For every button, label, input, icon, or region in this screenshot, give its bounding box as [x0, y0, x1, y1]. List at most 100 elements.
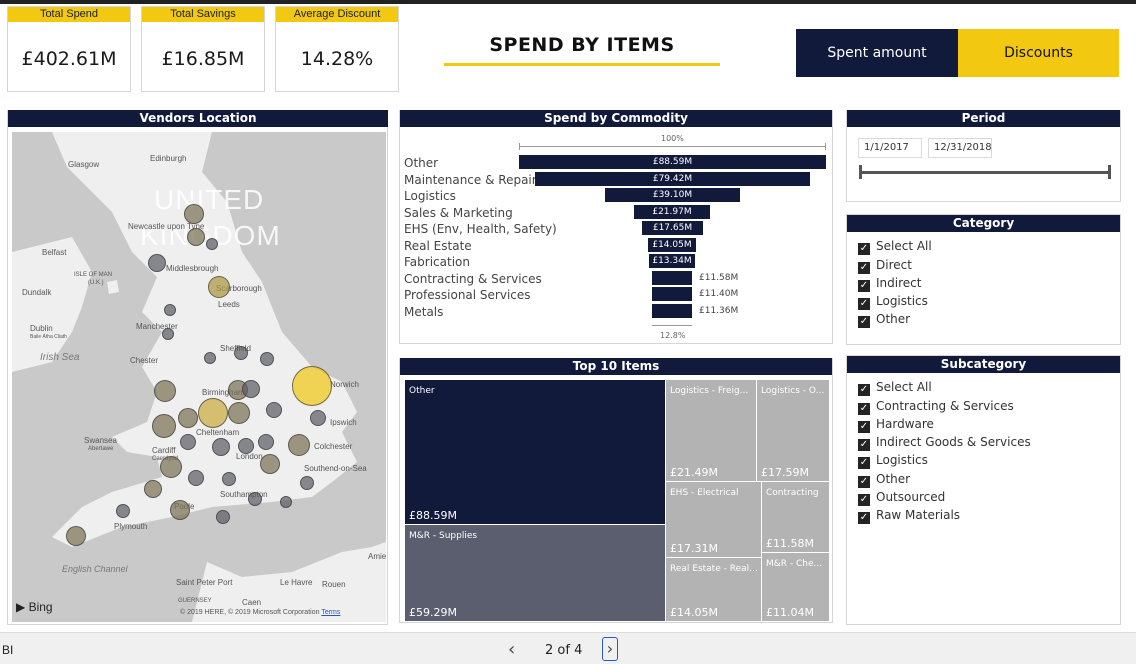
- vendor-bubble[interactable]: [144, 480, 162, 498]
- map-city-label: Baile Átha Cliath: [30, 334, 67, 340]
- treemap-tile[interactable]: Contracting £11.58M: [761, 481, 830, 553]
- vendor-bubble[interactable]: [234, 346, 248, 360]
- subcategory-option[interactable]: ✓ Indirect Goods & Services: [858, 435, 1031, 453]
- vendor-bubble[interactable]: [292, 366, 332, 406]
- vendor-bubble[interactable]: [180, 434, 196, 450]
- subcategory-option[interactable]: ✓ Raw Materials: [858, 508, 960, 526]
- commodity-bar[interactable]: £17.65M: [642, 221, 703, 235]
- checkbox-checked-icon[interactable]: ✓: [858, 512, 870, 524]
- category-option[interactable]: ✓ Direct: [858, 258, 912, 276]
- vendor-bubble[interactable]: [266, 402, 282, 418]
- treemap-tile[interactable]: Real Estate - Real... £14.05M: [665, 557, 762, 622]
- vendors-map[interactable]: UNITED KINGDOM Glasgow Edinburgh Newcast…: [12, 132, 386, 622]
- page-indicator: 2 of 4: [545, 643, 583, 658]
- commodity-bar[interactable]: £88.59M: [519, 155, 826, 169]
- vendor-bubble[interactable]: [222, 472, 236, 486]
- funnel-top-tick: [825, 143, 826, 150]
- vendor-bubble[interactable]: [260, 352, 274, 366]
- vendor-bubble[interactable]: [184, 204, 204, 224]
- spent-amount-button[interactable]: Spent amount: [796, 29, 958, 77]
- terms-link[interactable]: Terms: [321, 609, 340, 616]
- vendor-bubble[interactable]: [160, 456, 182, 478]
- map-city-label: Glasgow: [68, 160, 100, 169]
- option-label: Other: [876, 472, 911, 486]
- commodity-bar[interactable]: £39.10M: [605, 188, 740, 202]
- vendor-bubble[interactable]: [204, 352, 216, 364]
- vendor-bubble[interactable]: [178, 408, 198, 428]
- vendor-bubble[interactable]: [242, 380, 260, 398]
- subcategory-option[interactable]: ✓ Logistics: [858, 453, 928, 471]
- vendor-bubble[interactable]: [198, 398, 228, 428]
- map-city-label: Ipswich: [330, 418, 357, 427]
- checkbox-checked-icon[interactable]: ✓: [858, 384, 870, 396]
- vendor-bubble[interactable]: [154, 380, 176, 402]
- checkbox-checked-icon[interactable]: ✓: [858, 421, 870, 433]
- checkbox-checked-icon[interactable]: ✓: [858, 476, 870, 488]
- commodity-bar[interactable]: £14.05M: [648, 238, 696, 252]
- vendor-bubble[interactable]: [280, 496, 292, 508]
- commodity-bar[interactable]: [652, 304, 692, 318]
- category-option[interactable]: ✓ Select All: [858, 239, 932, 257]
- vendor-bubble[interactable]: [228, 402, 250, 424]
- vendor-bubble[interactable]: [260, 454, 280, 474]
- checkbox-checked-icon[interactable]: ✓: [858, 298, 870, 310]
- vendor-bubble[interactable]: [66, 526, 86, 546]
- vendor-bubble[interactable]: [212, 438, 230, 456]
- checkbox-checked-icon[interactable]: ✓: [858, 262, 870, 274]
- commodity-bar[interactable]: £21.97M: [634, 205, 710, 219]
- previous-page-chevron-icon[interactable]: ‹: [508, 639, 515, 660]
- vendor-bubble[interactable]: [164, 304, 176, 316]
- next-page-chevron-icon[interactable]: ›: [602, 637, 618, 661]
- vendor-bubble[interactable]: [248, 492, 262, 506]
- period-slider-end-handle[interactable]: [1108, 165, 1111, 179]
- subcategory-option[interactable]: ✓ Hardware: [858, 417, 934, 435]
- checkbox-checked-icon[interactable]: ✓: [858, 316, 870, 328]
- treemap-tile[interactable]: Logistics - O... £17.59M: [756, 379, 830, 482]
- checkbox-checked-icon[interactable]: ✓: [858, 280, 870, 292]
- vendor-bubble[interactable]: [162, 328, 174, 340]
- vendor-bubble[interactable]: [148, 254, 166, 272]
- map-city-label: Abertawe: [88, 446, 114, 452]
- vendor-bubble[interactable]: [238, 438, 254, 454]
- discounts-button[interactable]: Discounts: [958, 29, 1119, 77]
- period-start-input[interactable]: 1/1/2017: [858, 138, 922, 158]
- period-end-input[interactable]: 12/31/2018: [928, 138, 992, 158]
- subcategory-option[interactable]: ✓ Outsourced: [858, 490, 945, 508]
- category-option[interactable]: ✓ Indirect: [858, 276, 921, 294]
- vendor-bubble[interactable]: [170, 500, 190, 520]
- vendor-bubble[interactable]: [188, 470, 204, 486]
- checkbox-checked-icon[interactable]: ✓: [858, 243, 870, 255]
- checkbox-checked-icon[interactable]: ✓: [858, 439, 870, 451]
- commodity-bar[interactable]: [652, 271, 692, 285]
- treemap-tile[interactable]: M&R - Che... £11.04M: [761, 552, 830, 622]
- vendor-bubble[interactable]: [152, 414, 176, 438]
- vendor-bubble[interactable]: [310, 410, 326, 426]
- period-slider-start-handle[interactable]: [859, 165, 862, 179]
- subcategory-option[interactable]: ✓ Contracting & Services: [858, 399, 1014, 417]
- subcategory-option[interactable]: ✓ Other: [858, 472, 910, 490]
- vendor-bubble[interactable]: [288, 434, 310, 456]
- period-slider-track[interactable]: [861, 171, 1110, 174]
- treemap-tile[interactable]: Other £88.59M: [404, 379, 666, 525]
- commodity-bar[interactable]: £13.34M: [649, 254, 695, 268]
- vendor-bubble[interactable]: [187, 228, 205, 246]
- vendor-bubble[interactable]: [208, 276, 230, 298]
- checkbox-checked-icon[interactable]: ✓: [858, 457, 870, 469]
- vendor-bubble[interactable]: [206, 238, 218, 250]
- vendor-bubble[interactable]: [300, 476, 314, 490]
- footer-bar: BI ‹ 2 of 4 ›: [0, 632, 1136, 664]
- commodity-bar[interactable]: £79.42M: [535, 172, 810, 186]
- treemap-tile[interactable]: M&R - Supplies £59.29M: [404, 524, 666, 622]
- tile-label: M&R - Che...: [766, 559, 823, 569]
- vendor-bubble[interactable]: [216, 510, 230, 524]
- checkbox-checked-icon[interactable]: ✓: [858, 403, 870, 415]
- treemap-tile[interactable]: Logistics - Freig... £21.49M: [665, 379, 757, 482]
- category-option[interactable]: ✓ Logistics: [858, 294, 928, 312]
- vendor-bubble[interactable]: [258, 434, 274, 450]
- category-option[interactable]: ✓ Other: [858, 312, 910, 330]
- checkbox-checked-icon[interactable]: ✓: [858, 494, 870, 506]
- treemap-tile[interactable]: EHS - Electrical £17.31M: [665, 481, 762, 558]
- subcategory-option[interactable]: ✓ Select All: [858, 380, 932, 398]
- vendor-bubble[interactable]: [116, 504, 130, 518]
- commodity-bar[interactable]: [652, 287, 692, 301]
